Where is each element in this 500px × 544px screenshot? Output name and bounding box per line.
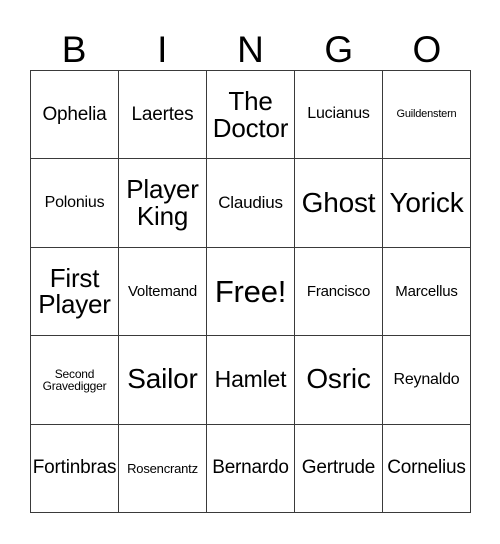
bingo-cell[interactable]: Yorick (383, 159, 471, 248)
header-letter-o: O (383, 8, 471, 70)
bingo-cell[interactable]: Ophelia (31, 71, 119, 160)
bingo-cell-label: Player King (126, 174, 199, 232)
bingo-cell[interactable]: Ghost (295, 159, 383, 248)
bingo-cell[interactable]: Polonius (31, 159, 119, 248)
bingo-card: B I N G O Ophelia Laertes The Doctor Luc… (30, 8, 471, 513)
header-letter-n: N (206, 8, 294, 70)
bingo-cell-label: Second Gravedigger (42, 366, 107, 393)
header-letter-g: G (295, 8, 383, 70)
bingo-row: First Player Voltemand Free! Francisco M… (31, 247, 471, 337)
bingo-cell[interactable]: Lucianus (295, 71, 383, 160)
bingo-cell-label: Ophelia (42, 103, 107, 125)
bingo-cell-label: Laertes (131, 103, 194, 125)
bingo-cell[interactable]: Osric (295, 336, 383, 425)
bingo-cell[interactable]: Fortinbras (31, 424, 119, 513)
bingo-row: Ophelia Laertes The Doctor Lucianus Guil… (31, 71, 471, 160)
bingo-cell-label: Rosencrantz (127, 460, 198, 476)
bingo-cell[interactable]: First Player (31, 247, 119, 337)
header-letter-n-text: N (237, 29, 264, 70)
bingo-cell[interactable]: Cornelius (383, 424, 471, 513)
bingo-cell[interactable]: Claudius (207, 159, 295, 248)
bingo-cell[interactable]: Reynaldo (383, 336, 471, 425)
bingo-row: Polonius Player King Claudius Ghost Yori… (31, 159, 471, 248)
bingo-cell[interactable]: Bernardo (207, 424, 295, 513)
bingo-cell-free[interactable]: Free! (207, 247, 295, 337)
bingo-cell-label: Polonius (44, 193, 105, 211)
bingo-cell-label: Osric (306, 363, 371, 395)
bingo-cell-label: Yorick (389, 186, 464, 218)
bingo-cell[interactable]: The Doctor (207, 71, 295, 160)
bingo-cell-label: Gertrude (301, 457, 376, 479)
bingo-cell-label: Hamlet (214, 366, 287, 393)
bingo-cell[interactable]: Guildenstern (383, 71, 471, 160)
bingo-cell-label: Reynaldo (393, 370, 460, 388)
bingo-cell[interactable]: Gertrude (295, 424, 383, 513)
bingo-row: Second Gravedigger Sailor Hamlet Osric R… (31, 336, 471, 425)
bingo-cell[interactable]: Voltemand (119, 247, 207, 337)
bingo-cell[interactable]: Rosencrantz (119, 424, 207, 513)
header-letter-i: I (118, 8, 206, 70)
bingo-cell[interactable]: Francisco (295, 247, 383, 337)
bingo-cell[interactable]: Sailor (119, 336, 207, 425)
header-letter-b: B (30, 8, 118, 70)
bingo-cell[interactable]: Marcellus (383, 247, 471, 337)
bingo-cell-label: Claudius (218, 193, 283, 213)
header-letter-i-text: I (157, 29, 168, 70)
bingo-header: B I N G O (30, 8, 471, 70)
bingo-cell-label: Sailor (127, 363, 198, 395)
bingo-cell-label: Voltemand (127, 282, 198, 300)
bingo-cell[interactable]: Laertes (119, 71, 207, 160)
bingo-cell-label: Bernardo (212, 457, 289, 479)
bingo-cell-label: Fortinbras (32, 457, 117, 479)
bingo-grid: Ophelia Laertes The Doctor Lucianus Guil… (30, 70, 471, 513)
bingo-cell-free-label: Free! (214, 273, 287, 309)
bingo-cell-label: Francisco (306, 282, 371, 300)
bingo-cell-label: Guildenstern (396, 108, 457, 121)
bingo-cell-label: Ghost (301, 186, 376, 218)
header-letter-o-text: O (412, 29, 442, 70)
bingo-cell-label: Cornelius (387, 457, 466, 479)
bingo-cell-label: Marcellus (395, 282, 458, 300)
header-letter-b-text: B (61, 29, 87, 70)
header-letter-g-text: G (324, 29, 354, 70)
bingo-row: Fortinbras Rosencrantz Bernardo Gertrude… (31, 424, 471, 513)
bingo-cell[interactable]: Second Gravedigger (31, 336, 119, 425)
bingo-cell[interactable]: Hamlet (207, 336, 295, 425)
bingo-cell-label: First Player (38, 262, 111, 320)
bingo-cell-label: The Doctor (212, 85, 289, 143)
bingo-cell[interactable]: Player King (119, 159, 207, 248)
bingo-cell-label: Lucianus (307, 105, 370, 123)
